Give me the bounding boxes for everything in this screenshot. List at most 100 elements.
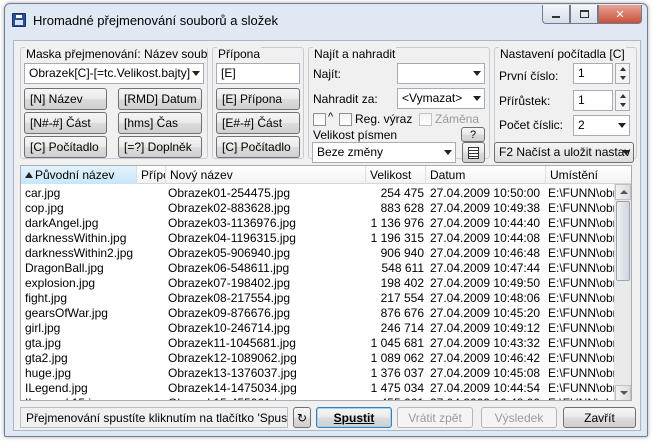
cell-orig: fight.jpg (25, 291, 68, 305)
vertical-scrollbar[interactable] (614, 184, 631, 400)
column-new-name[interactable]: Nový název (166, 166, 366, 184)
file-list[interactable]: Původní název Přípc Nový název Velikost … (20, 165, 632, 401)
table-row[interactable]: darkAngel.jpg Obrazek03-1136976.jpg 1 136 … (21, 216, 620, 231)
cell-loc: E:\FUNN\obraz (548, 366, 620, 380)
scroll-down-button[interactable] (615, 385, 631, 400)
minimize-button[interactable] (542, 5, 570, 24)
cell-new: Obrazek08-217554.jpg (168, 291, 291, 305)
table-row[interactable]: darknessWithin2.jpg Obrazek05-906940.jpg 9… (21, 246, 620, 261)
status-text: Přejmenování spustíte kliknutím na tlačí… (20, 407, 288, 428)
cell-size: 1 136 976 (370, 216, 424, 230)
cell-date: 27.04.2009 10:49:50 (430, 276, 541, 290)
mask-combo[interactable]: Obrazek[C]-[=tc.Velikost.bajty] (24, 63, 204, 84)
table-row[interactable]: car.jpg Obrazek01-254475.jpg 254 475 27.04.… (21, 186, 620, 201)
cell-orig: cop.jpg (25, 201, 64, 215)
refresh-icon: ↻ (296, 410, 308, 425)
dropdown-arrow-icon (192, 71, 200, 76)
find-combo[interactable] (397, 63, 485, 84)
result-button[interactable]: Výsledek (481, 407, 557, 428)
start-button[interactable]: Spustit (316, 407, 392, 428)
cell-new: Obrazek05-906940.jpg (168, 246, 291, 260)
cell-new: Obrazek12-1089062.jpg (168, 351, 297, 365)
table-row[interactable]: girl.jpg Obrazek10-246714.jpg 246 714 27.04… (21, 321, 620, 336)
insert-name-part-button[interactable]: [N#-#] Část (24, 112, 107, 134)
insert-extension-counter-button[interactable]: [C] Počítadlo (216, 136, 300, 158)
table-row[interactable]: ILegend.jpg Obrazek14-1475034.jpg 1 475 03… (21, 381, 620, 396)
insert-time-button[interactable]: [hms] Čas (118, 112, 202, 134)
refresh-button[interactable]: ↻ (293, 407, 311, 428)
load-save-settings-button[interactable]: F2 Načíst a uložit nastav (494, 142, 634, 163)
cell-orig: car.jpg (25, 186, 61, 200)
cell-size: 217 554 (380, 291, 424, 305)
table-row[interactable]: ILegend 15.jpg Obrazek15-455061.jpg455 06… (21, 396, 620, 400)
cell-date: 27.04.2009 10:49:38 (430, 201, 541, 215)
insert-date-button[interactable]: [RMD] Datum (118, 88, 202, 110)
table-row[interactable]: huge.jpg Obrazek13-1376037.jpg 1 376 037 27… (21, 366, 620, 381)
cell-new: Obrazek15-455061.jpg (168, 396, 364, 400)
column-date[interactable]: Datum (426, 166, 546, 184)
table-row[interactable]: gearsOfWar.jpg Obrazek09-876676.jpg 876 67… (21, 306, 620, 321)
step-label: Přírůstek: (499, 94, 551, 108)
cell-loc: E:\FUNN\obraz (548, 351, 620, 365)
digits-combo[interactable]: 2 (573, 115, 630, 136)
digits-label: Počet číslic: (499, 118, 564, 132)
cell-size: 1 089 062 (370, 351, 424, 365)
dropdown-arrow-icon (473, 71, 481, 76)
close-window-button[interactable]: ✕ (598, 5, 642, 24)
regex-label: Reg. výraz (355, 112, 413, 126)
column-original-name[interactable]: Původní název (21, 166, 137, 184)
first-number-spinner[interactable] (615, 63, 630, 84)
help-button[interactable]: ? (461, 127, 485, 142)
edit-list-button[interactable] (462, 142, 485, 163)
cell-size: 1 376 037 (370, 366, 424, 380)
spin-down-icon (620, 103, 626, 107)
table-row[interactable]: darknessWithin.jpg Obrazek04-1196315.jpg 1… (21, 231, 620, 246)
step-input[interactable]: 1 (573, 90, 613, 111)
cell-size: 198 402 (380, 276, 424, 290)
cell-loc: E:\FUNN\obraz (548, 216, 620, 230)
floppy-disk-icon (12, 13, 26, 27)
replace-combo[interactable]: <Vymazat> (397, 88, 485, 109)
cell-date: 27.04.2009 10:44:54 (430, 381, 541, 395)
substitution-checkbox[interactable] (419, 113, 432, 126)
table-row[interactable]: cop.jpg Obrazek02-883628.jpg 883 628 27.04.… (21, 201, 620, 216)
table-row[interactable]: gta2.jpg Obrazek12-1089062.jpg 1 089 062 27… (21, 351, 620, 366)
column-size[interactable]: Velikost (366, 166, 426, 184)
insert-name-button[interactable]: [N] Název (24, 88, 107, 110)
cell-loc: E:\FUNN\obraz (548, 321, 620, 335)
insert-extension-button[interactable]: [E] Přípona (216, 88, 300, 110)
cell-orig: darknessWithin2.jpg (25, 246, 134, 260)
case-change-value: Beze změny (317, 145, 384, 159)
case-change-combo[interactable]: Beze změny (312, 142, 456, 163)
table-row[interactable]: gta.jpg Obrazek11-1045681.jpg 1 045 681 27.… (21, 336, 620, 351)
cell-orig: darknessWithin.jpg (25, 231, 127, 245)
table-row[interactable]: fight.jpg Obrazek08-217554.jpg 217 554 27.0… (21, 291, 620, 306)
case-sensitive-checkbox[interactable] (313, 113, 326, 126)
maximize-button[interactable] (570, 5, 598, 24)
table-row[interactable]: explosion.jpg Obrazek07-198402.jpg 198 402… (21, 276, 620, 291)
extension-input[interactable]: [E] (216, 63, 300, 84)
column-extension[interactable]: Přípc (137, 166, 166, 184)
insert-plugin-button[interactable]: [=?] Doplněk (118, 136, 202, 158)
mask-value: Obrazek[C]-[=tc.Velikost.bajty] (29, 66, 191, 80)
spin-up-icon (620, 67, 626, 71)
scroll-thumb[interactable] (616, 201, 630, 281)
first-number-label: První číslo: (499, 69, 559, 83)
cell-orig: girl.jpg (25, 321, 61, 335)
table-row[interactable]: DragonBall.jpg Obrazek06-548611.jpg 548 61… (21, 261, 620, 276)
close-button[interactable]: Zavřít (563, 407, 636, 428)
first-number-input[interactable]: 1 (573, 63, 613, 84)
title-bar[interactable]: Hromadné přejmenování souborů a složek ✕ (5, 4, 647, 34)
regex-checkbox[interactable] (339, 113, 352, 126)
insert-counter-button[interactable]: [C] Počítadlo (24, 136, 107, 158)
step-spinner[interactable] (615, 90, 630, 111)
insert-extension-part-button[interactable]: [E#-#] Část (216, 112, 300, 134)
cell-orig: gearsOfWar.jpg (25, 306, 108, 320)
scroll-up-button[interactable] (615, 184, 631, 200)
column-location[interactable]: Umístění (546, 166, 631, 184)
undo-button[interactable]: Vrátit zpět (397, 407, 473, 428)
cell-date: 27.04.2009 10:46:42 (430, 351, 541, 365)
cell-date: 27.04.2009 10:49:12 (430, 321, 541, 335)
find-replace-group-title: Najít a nahradit (313, 47, 397, 61)
arrow-up-icon (620, 190, 628, 194)
